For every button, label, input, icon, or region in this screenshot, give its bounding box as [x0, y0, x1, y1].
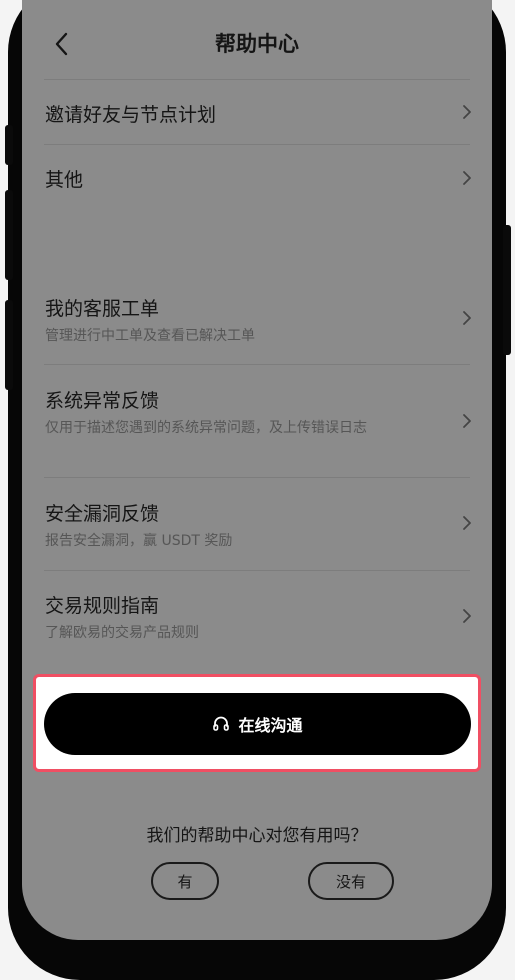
service-item-description: 了解欧易的交易产品规则 — [45, 625, 199, 641]
service-item-trading-rules[interactable]: 交易规则指南 了解欧易的交易产品规则 — [22, 571, 492, 663]
list-item-label: 其他 — [45, 169, 84, 191]
chevron-right-icon — [463, 311, 471, 325]
phone-side-button — [5, 125, 13, 165]
headset-icon — [213, 716, 230, 731]
page-title: 帮助中心 — [215, 32, 299, 56]
online-chat-label: 在线沟通 — [238, 716, 303, 735]
service-item-title: 我的客服工单 — [45, 298, 160, 320]
list-item-label: 邀请好友与节点计划 — [45, 104, 217, 126]
service-item-security-report[interactable]: 安全漏洞反馈 报告安全漏洞，赢 USDT 奖励 — [22, 478, 492, 570]
list-item-invite-program[interactable]: 邀请好友与节点计划 — [22, 80, 492, 144]
service-item-title: 系统异常反馈 — [45, 390, 160, 412]
service-item-title: 安全漏洞反馈 — [45, 503, 160, 525]
chevron-right-icon — [463, 609, 471, 623]
app-screen: 帮助中心 邀请好友与节点计划 其他 我的客服工单 管理进行中工单及查看已解决工单… — [22, 0, 492, 940]
chevron-right-icon — [463, 414, 471, 428]
service-item-my-tickets[interactable]: 我的客服工单 管理进行中工单及查看已解决工单 — [22, 280, 492, 364]
service-item-description: 仅用于描述您遇到的系统异常问题，及上传错误日志 — [45, 420, 367, 436]
chevron-right-icon — [463, 516, 471, 530]
service-item-description: 报告安全漏洞，赢 USDT 奖励 — [45, 533, 233, 549]
feedback-yes-button[interactable]: 有 — [151, 862, 219, 900]
header: 帮助中心 — [22, 0, 492, 80]
chevron-right-icon — [463, 105, 471, 119]
feedback-question: 我们的帮助中心对您有用吗？ — [146, 826, 368, 846]
feedback-no-button[interactable]: 没有 — [308, 862, 394, 900]
list-item-other[interactable]: 其他 — [22, 145, 492, 211]
phone-side-button — [503, 225, 511, 355]
chevron-right-icon — [463, 171, 471, 185]
online-chat-button[interactable]: 在线沟通 — [44, 693, 471, 755]
service-item-system-feedback[interactable]: 系统异常反馈 仅用于描述您遇到的系统异常问题，及上传错误日志 — [22, 365, 492, 477]
service-item-title: 交易规则指南 — [45, 595, 160, 617]
service-item-description: 管理进行中工单及查看已解决工单 — [45, 328, 255, 344]
phone-side-button — [5, 300, 13, 390]
phone-side-button — [5, 190, 13, 280]
